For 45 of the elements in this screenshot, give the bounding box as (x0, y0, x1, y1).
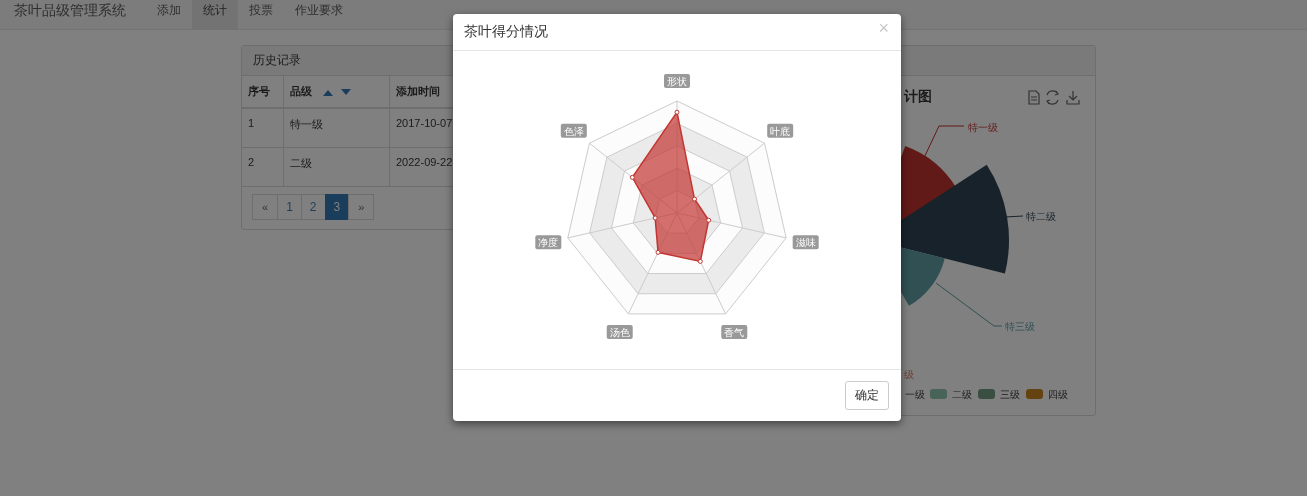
page-link[interactable]: » (348, 194, 375, 220)
axis-label: 色泽 (560, 123, 587, 138)
sort-asc-icon[interactable] (323, 88, 334, 96)
legend-label[interactable]: 四级 (1048, 389, 1068, 400)
slice-label: 特一级 (968, 122, 998, 133)
column-header[interactable]: 序号 (242, 76, 284, 108)
axis-label: 形状 (664, 74, 690, 88)
panel-title: 历史记录 (253, 53, 301, 67)
slice-label: 级 (904, 369, 914, 380)
leader-line (1004, 215, 1024, 218)
slice-label: 特二级 (1026, 211, 1056, 222)
page-link[interactable]: 1 (277, 194, 302, 220)
nav-link[interactable]: 作业要求 (284, 0, 354, 30)
sort-desc-icon[interactable] (341, 88, 352, 96)
table-cell: 特一级 (283, 108, 390, 148)
nav-link[interactable]: 投票 (238, 0, 284, 30)
table-cell: 2 (242, 147, 284, 187)
close-button[interactable]: × (876, 19, 891, 37)
page-link[interactable]: 3 (324, 194, 350, 220)
legend-swatch[interactable] (1026, 389, 1043, 399)
table-cell: 1 (242, 108, 284, 148)
refresh-icon[interactable] (1046, 90, 1059, 105)
table-cell: 二级 (283, 147, 390, 187)
legend-label[interactable]: 一级 (905, 389, 925, 400)
legend-swatch[interactable] (930, 389, 947, 399)
axis-label: 叶底 (767, 123, 794, 138)
chart-title: 计图 (904, 88, 932, 104)
axis-label: 香气 (721, 324, 748, 339)
download-icon[interactable] (1066, 90, 1080, 105)
legend-label[interactable]: 三级 (1000, 389, 1020, 400)
axis-label: 净度 (535, 235, 562, 250)
legend-swatch[interactable] (978, 389, 995, 399)
nav-link[interactable]: 统计 (192, 0, 238, 30)
axis-label: 滋味 (792, 235, 819, 250)
app-title[interactable]: 茶叶品级管理系统 (0, 0, 136, 19)
axis-label: 汤色 (606, 324, 633, 339)
leader-line (935, 282, 1003, 327)
modal-title: 茶叶得分情况 (464, 23, 548, 41)
nav-link[interactable]: 添加 (146, 0, 192, 30)
legend-label[interactable]: 二级 (952, 389, 972, 400)
confirm-button[interactable]: 确定 (845, 381, 889, 410)
document-icon[interactable] (1028, 90, 1040, 105)
column-header[interactable]: 品级 (283, 76, 390, 108)
slice-label: 特三级 (1005, 321, 1035, 332)
page-link[interactable]: « (252, 194, 279, 220)
